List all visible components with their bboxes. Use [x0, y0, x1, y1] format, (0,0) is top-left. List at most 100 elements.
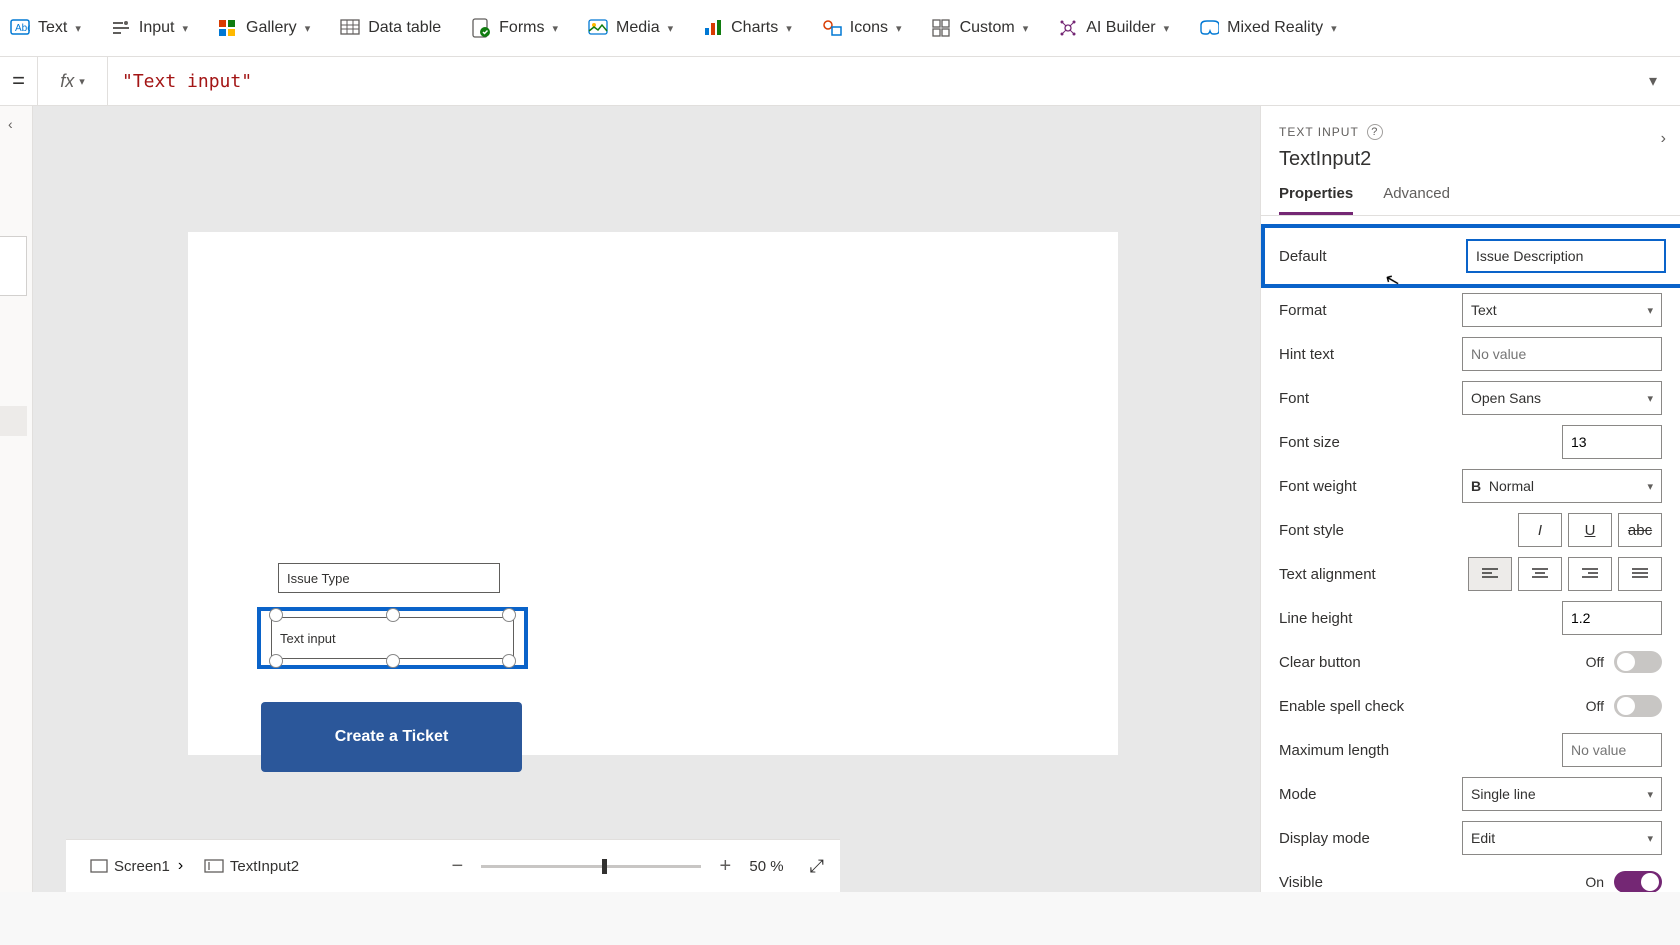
align-center-button[interactable]: [1518, 557, 1562, 591]
resize-handle[interactable]: [386, 608, 400, 622]
tab-properties[interactable]: Properties: [1279, 185, 1353, 215]
prop-row-lineheight: Line height: [1261, 596, 1680, 640]
prop-maxlength-input[interactable]: [1562, 733, 1662, 767]
prop-label: Font size: [1279, 434, 1340, 451]
visible-toggle[interactable]: [1614, 871, 1662, 892]
fit-to-screen-icon[interactable]: ⤢: [810, 856, 824, 877]
align-left-button[interactable]: [1468, 557, 1512, 591]
prop-row-fontstyle: Font style I U abc: [1261, 508, 1680, 552]
ai-icon: [1058, 18, 1078, 38]
ribbon-charts[interactable]: Charts▾: [703, 18, 792, 38]
prop-row-clearbutton: Clear button Off: [1261, 640, 1680, 684]
ribbon-icons[interactable]: Icons▾: [822, 18, 902, 38]
help-icon[interactable]: ?: [1367, 124, 1383, 140]
formula-input[interactable]: [108, 57, 1638, 105]
prop-label: Mode: [1279, 786, 1317, 803]
zoom-out-button[interactable]: −: [447, 855, 467, 878]
prop-row-fontweight: Font weight B Normal▾: [1261, 464, 1680, 508]
formula-bar: = fx▾ ▾: [0, 57, 1680, 106]
gallery-icon: [218, 18, 238, 38]
chevron-down-icon: ▾: [75, 22, 81, 35]
issue-type-input[interactable]: [278, 563, 500, 593]
clearbutton-toggle[interactable]: [1614, 651, 1662, 673]
prop-hint-input[interactable]: [1462, 337, 1662, 371]
prop-fontweight-select[interactable]: B Normal▾: [1462, 469, 1662, 503]
zoom-slider[interactable]: [481, 865, 701, 868]
selected-control[interactable]: Text input: [257, 607, 528, 669]
prop-format-select[interactable]: Text▾: [1462, 293, 1662, 327]
ribbon-text[interactable]: Abc Text▾: [10, 18, 81, 38]
ribbon-gallery[interactable]: Gallery▾: [218, 18, 310, 38]
ribbon-forms[interactable]: Forms▾: [471, 18, 558, 38]
ribbon-media[interactable]: Media▾: [588, 18, 673, 38]
breadcrumb-label: Screen1: [114, 858, 170, 875]
underline-button[interactable]: U: [1568, 513, 1612, 547]
table-icon: [340, 18, 360, 38]
italic-button[interactable]: I: [1518, 513, 1562, 547]
ribbon-mixedreality[interactable]: Mixed Reality ▾: [1199, 18, 1337, 38]
collapse-pane-icon[interactable]: ›: [1661, 130, 1666, 148]
prop-label: Font style: [1279, 522, 1344, 539]
canvas-wrap[interactable]: Text input Create a Ticket Screen1 › Tex…: [33, 106, 1260, 892]
prop-default-input[interactable]: [1466, 239, 1666, 273]
prop-label: Line height: [1279, 610, 1352, 627]
resize-handle[interactable]: [386, 654, 400, 668]
control-name[interactable]: TextInput2: [1279, 148, 1662, 171]
zoom-thumb[interactable]: [602, 859, 607, 874]
collapse-left-icon[interactable]: ‹: [8, 116, 13, 132]
expand-formula-icon[interactable]: ▾: [1638, 71, 1668, 91]
chevron-down-icon: ▾: [1331, 22, 1337, 35]
align-right-button[interactable]: [1568, 557, 1612, 591]
textinput-value: Text input: [271, 617, 514, 659]
breadcrumb-control[interactable]: TextInput2: [196, 854, 307, 879]
resize-handle[interactable]: [269, 654, 283, 668]
svg-text:Abc: Abc: [15, 23, 30, 34]
toggle-state: Off: [1586, 698, 1604, 714]
prop-row-spellcheck: Enable spell check Off: [1261, 684, 1680, 728]
resize-handle[interactable]: [269, 608, 283, 622]
align-justify-button[interactable]: [1618, 557, 1662, 591]
ribbon-custom[interactable]: Custom▾: [932, 18, 1029, 38]
prop-lineheight-input[interactable]: [1562, 601, 1662, 635]
prop-label: Maximum length: [1279, 742, 1389, 759]
ribbon-label: Gallery: [246, 19, 297, 37]
ribbon-input[interactable]: Input▾: [111, 18, 188, 38]
ribbon-label: Mixed Reality: [1227, 19, 1323, 37]
prop-displaymode-select[interactable]: Edit▾: [1462, 821, 1662, 855]
prop-mode-select[interactable]: Single line▾: [1462, 777, 1662, 811]
chevron-down-icon: ▾: [1647, 304, 1653, 317]
fx-dropdown[interactable]: fx▾: [38, 57, 108, 105]
chevron-down-icon: ▾: [1164, 22, 1170, 35]
chevron-down-icon: ▾: [1647, 480, 1653, 493]
resize-handle[interactable]: [502, 654, 516, 668]
prop-label: Enable spell check: [1279, 698, 1404, 715]
chevron-down-icon: ▾: [182, 22, 188, 35]
align-buttons: [1468, 557, 1662, 591]
chevron-down-icon: ▾: [1647, 832, 1653, 845]
resize-handle[interactable]: [502, 608, 516, 622]
ribbon-label: Media: [616, 19, 660, 37]
prop-row-textalign: Text alignment: [1261, 552, 1680, 596]
control-type-label: TEXT INPUT ?: [1279, 124, 1662, 140]
ribbon-aibuilder[interactable]: AI Builder▾: [1058, 18, 1169, 38]
fontstyle-buttons: I U abc: [1518, 513, 1662, 547]
strikethrough-button[interactable]: abc: [1618, 513, 1662, 547]
create-ticket-button[interactable]: Create a Ticket: [261, 702, 522, 772]
zoom-controls: − + 50 % ⤢: [447, 855, 824, 878]
left-rail-tab[interactable]: [0, 406, 27, 436]
properties-pane: TEXT INPUT ? TextInput2 › Properties Adv…: [1260, 106, 1680, 892]
media-icon: [588, 18, 608, 38]
ribbon-datatable[interactable]: Data table: [340, 18, 441, 38]
tab-advanced[interactable]: Advanced: [1383, 185, 1450, 215]
equals-cell[interactable]: =: [0, 57, 38, 105]
zoom-in-button[interactable]: +: [715, 855, 735, 878]
prop-label: Hint text: [1279, 346, 1334, 363]
chevron-down-icon: ▾: [1647, 788, 1653, 801]
status-bar: Screen1 › TextInput2 − + 50 % ⤢: [66, 839, 840, 892]
prop-font-select[interactable]: Open Sans▾: [1462, 381, 1662, 415]
input-icon: [111, 18, 131, 38]
breadcrumb-screen[interactable]: Screen1: [82, 854, 178, 879]
spellcheck-toggle[interactable]: [1614, 695, 1662, 717]
screen-icon: [90, 859, 108, 873]
prop-fontsize-input[interactable]: [1562, 425, 1662, 459]
